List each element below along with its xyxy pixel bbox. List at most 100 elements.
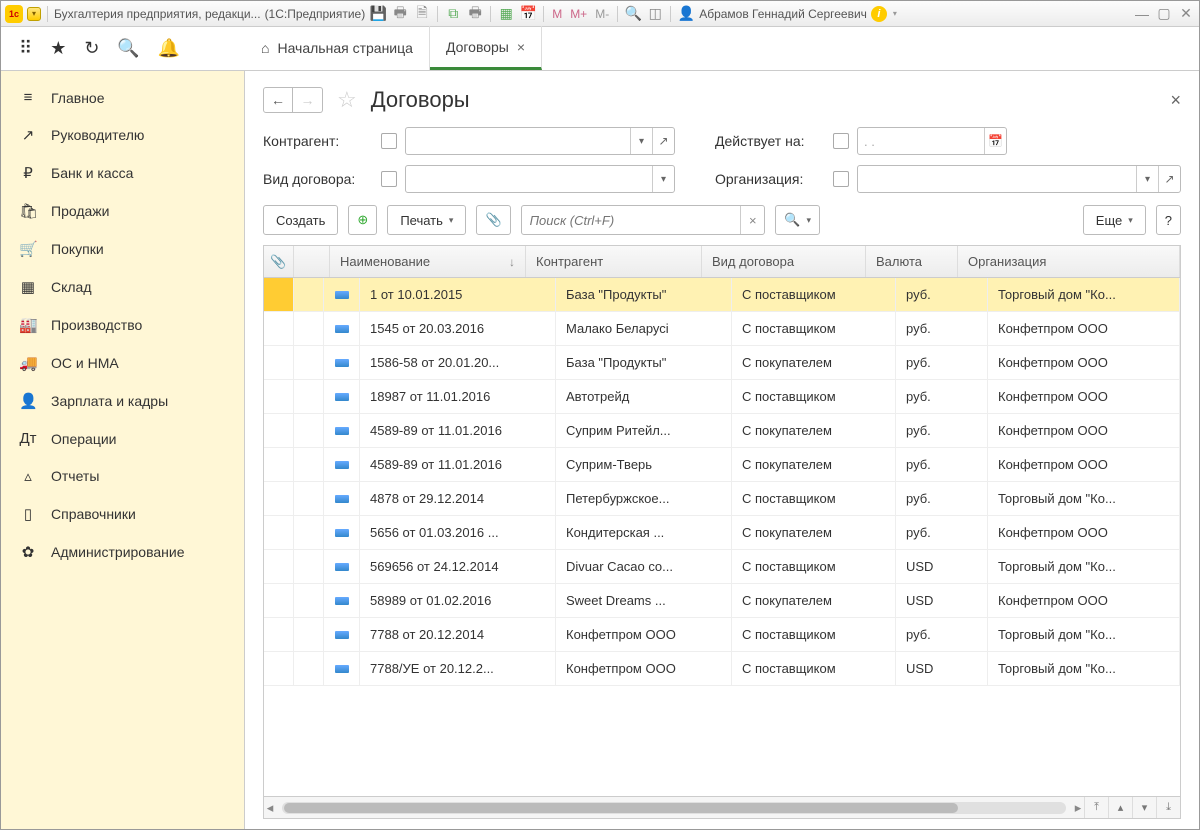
row-selector[interactable] (264, 618, 294, 651)
scroll-left-icon[interactable]: ◂ (264, 800, 276, 816)
table-row[interactable]: 1545 от 20.03.2016Малако БеларусіС поста… (264, 312, 1180, 346)
table-row[interactable]: 4589-89 от 11.01.2016Суприм Ритейл...С п… (264, 414, 1180, 448)
row-selector[interactable] (264, 346, 294, 379)
sidebar-item-9[interactable]: ДтОперации (1, 420, 244, 457)
preview-icon[interactable]: 🗎 (413, 5, 431, 23)
col-name[interactable]: Наименование (330, 246, 526, 277)
page-close-icon[interactable]: × (1170, 90, 1181, 111)
save-icon[interactable]: 💾 (369, 5, 387, 23)
filter-org-input[interactable]: ▾ ↗ (857, 165, 1181, 193)
row-selector[interactable] (264, 312, 294, 345)
history-icon[interactable]: ↻ (84, 38, 99, 59)
sidebar-item-6[interactable]: 🏭Производство (1, 306, 244, 344)
apps-grid-icon[interactable]: ⠿ (19, 38, 32, 59)
table-row[interactable]: 5656 от 01.03.2016 ...Кондитерская ...С … (264, 516, 1180, 550)
sidebar-item-11[interactable]: ▯Справочники (1, 495, 244, 533)
favorite-star-icon[interactable]: ★ (50, 38, 66, 59)
col-contragent[interactable]: Контрагент (526, 246, 702, 277)
panels-icon[interactable]: ◫ (646, 5, 664, 23)
table-row[interactable]: 18987 от 11.01.2016АвтотрейдС поставщико… (264, 380, 1180, 414)
sidebar-item-7[interactable]: 🚚ОС и НМА (1, 344, 244, 382)
sidebar-item-10[interactable]: ▵Отчеты (1, 457, 244, 495)
table-row[interactable]: 569656 от 24.12.2014Divuar Cacao co...С … (264, 550, 1180, 584)
dropdown-icon[interactable]: ▾ (630, 128, 652, 154)
scroll-bottom-icon[interactable]: ⤓ (1156, 797, 1180, 818)
sidebar-item-2[interactable]: ₽Банк и касса (1, 154, 244, 192)
nav-back-button[interactable]: ← (263, 87, 293, 113)
sidebar-item-1[interactable]: ↗Руководителю (1, 116, 244, 154)
search-input[interactable]: × (521, 205, 766, 235)
filter-type-check[interactable] (381, 171, 397, 187)
sidebar-item-12[interactable]: ✿Администрирование (1, 533, 244, 571)
more-button[interactable]: Еще▾ (1083, 205, 1146, 235)
sidebar-item-3[interactable]: 🛍Продажи (1, 192, 244, 230)
row-selector[interactable] (264, 652, 294, 685)
zoom-icon[interactable]: 🔍 (624, 5, 642, 23)
sidebar-item-5[interactable]: ▦Склад (1, 268, 244, 306)
scroll-right-icon[interactable]: ▸ (1072, 800, 1084, 816)
compare-icon[interactable]: ⧉ (444, 5, 462, 23)
print2-icon[interactable]: 🖶 (466, 5, 484, 23)
calc-icon[interactable]: ▦ (497, 5, 515, 23)
info-icon[interactable]: i (871, 6, 887, 22)
row-selector[interactable] (264, 278, 294, 311)
calendar-picker-icon[interactable]: 📅 (984, 128, 1006, 154)
search-execute-button[interactable]: 🔍▾ (775, 205, 820, 235)
filter-valid-on-check[interactable] (833, 133, 849, 149)
table-row[interactable]: 4589-89 от 11.01.2016Суприм-ТверьС покуп… (264, 448, 1180, 482)
attach-button[interactable]: 📎 (476, 205, 510, 235)
open-icon[interactable]: ↗ (652, 128, 674, 154)
sidebar-item-4[interactable]: 🛒Покупки (1, 230, 244, 268)
col-currency[interactable]: Валюта (866, 246, 958, 277)
mem-m[interactable]: M (550, 7, 564, 21)
calendar-icon[interactable]: 📅 (519, 5, 537, 23)
scroll-up-icon[interactable]: ▴ (1108, 797, 1132, 818)
notifications-icon[interactable]: 🔔 (158, 38, 180, 59)
filter-contragent-input[interactable]: ▾ ↗ (405, 127, 675, 155)
clear-search-icon[interactable]: × (740, 206, 764, 234)
filter-date-input[interactable]: . . 📅 (857, 127, 1007, 155)
row-selector[interactable] (264, 550, 294, 583)
table-row[interactable]: 58989 от 01.02.2016Sweet Dreams ...С пок… (264, 584, 1180, 618)
col-type[interactable]: Вид договора (702, 246, 866, 277)
open-icon[interactable]: ↗ (1158, 166, 1180, 192)
tab-close-icon[interactable]: × (517, 39, 525, 55)
search-field[interactable] (522, 213, 741, 228)
search-icon[interactable]: 🔍 (117, 38, 139, 59)
mem-m-minus[interactable]: M- (593, 7, 611, 21)
dropdown-icon[interactable]: ▾ (652, 166, 674, 192)
close-window-icon[interactable]: ✕ (1177, 5, 1195, 23)
table-row[interactable]: 1586-58 от 20.01.20...База "Продукты"С п… (264, 346, 1180, 380)
favorite-toggle-icon[interactable]: ☆ (337, 87, 357, 113)
col-attachment[interactable]: 📎 (264, 246, 294, 277)
help-button[interactable]: ? (1156, 205, 1181, 235)
row-selector[interactable] (264, 516, 294, 549)
tab-home[interactable]: ⌂ Начальная страница (245, 26, 430, 70)
row-selector[interactable] (264, 448, 294, 481)
create-button[interactable]: Создать (263, 205, 338, 235)
maximize-icon[interactable]: ▢ (1155, 5, 1173, 23)
print-icon[interactable]: 🖶 (391, 5, 409, 23)
table-row[interactable]: 7788 от 20.12.2014Конфетпром ОООС постав… (264, 618, 1180, 652)
sidebar-item-8[interactable]: 👤Зарплата и кадры (1, 382, 244, 420)
sidebar-item-0[interactable]: ≡Главное (1, 79, 244, 116)
filter-org-check[interactable] (833, 171, 849, 187)
col-org[interactable]: Организация (958, 246, 1180, 277)
table-row[interactable]: 7788/УЕ от 20.12.2...Конфетпром ОООС пос… (264, 652, 1180, 686)
tab-contracts[interactable]: Договоры × (430, 26, 542, 70)
col-icon[interactable] (294, 246, 330, 277)
filter-type-input[interactable]: ▾ (405, 165, 675, 193)
nav-forward-button[interactable]: → (293, 87, 323, 113)
row-selector[interactable] (264, 380, 294, 413)
copy-button[interactable]: ⊕ (348, 205, 377, 235)
dropdown-icon[interactable]: ▾ (1136, 166, 1158, 192)
table-row[interactable]: 1 от 10.01.2015База "Продукты"С поставщи… (264, 278, 1180, 312)
filter-contragent-check[interactable] (381, 133, 397, 149)
app-menu-dropdown[interactable]: ▾ (27, 7, 41, 21)
info-dd[interactable]: ▾ (891, 9, 899, 18)
scroll-down-icon[interactable]: ▾ (1132, 797, 1156, 818)
h-scrollbar[interactable] (282, 802, 1066, 814)
minimize-icon[interactable]: — (1133, 5, 1151, 23)
mem-m-plus[interactable]: M+ (568, 7, 589, 21)
scroll-top-icon[interactable]: ⤒ (1084, 797, 1108, 818)
